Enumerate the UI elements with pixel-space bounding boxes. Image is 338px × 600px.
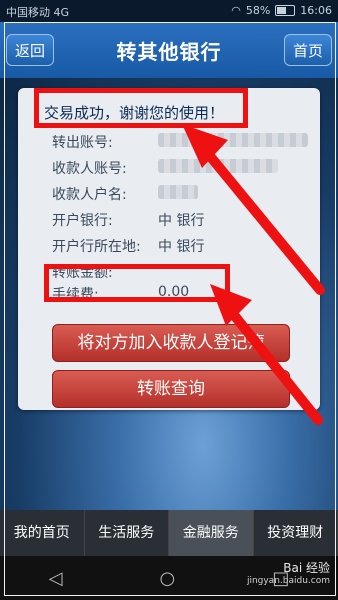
masked-value bbox=[158, 159, 278, 173]
status-right: ◠ 58% 16:06 bbox=[231, 4, 332, 17]
home-button[interactable]: 首页 bbox=[284, 34, 332, 66]
field-value: 中 银行 bbox=[158, 213, 205, 229]
bottom-tab-bar: 我的首页 生活服务 金融服务 投资理财 bbox=[0, 510, 338, 556]
field-label: 收款人账号: bbox=[52, 161, 127, 177]
field-value bbox=[158, 158, 278, 174]
watermark-url: jingyan.baidu.com bbox=[246, 576, 330, 586]
battery-percent: 58% bbox=[245, 4, 271, 17]
field-label: 开户行所在地: bbox=[52, 239, 141, 255]
masked-value bbox=[158, 185, 198, 199]
back-nav-icon[interactable]: ◁ bbox=[49, 568, 63, 589]
masked-value bbox=[158, 133, 308, 147]
watermark: Bai 经验 jingyan.baidu.com bbox=[247, 559, 330, 586]
annotation-box bbox=[44, 264, 230, 302]
annotation-box bbox=[34, 88, 248, 128]
tab-financial-services[interactable]: 金融服务 bbox=[169, 510, 254, 556]
battery-icon bbox=[275, 5, 296, 16]
wifi-icon: ◠ bbox=[231, 4, 241, 17]
field-value bbox=[158, 184, 198, 200]
app-header: 返回 转其他银行 首页 bbox=[0, 22, 338, 79]
watermark-brand: Bai 经验 bbox=[283, 561, 330, 575]
tab-investment[interactable]: 投资理财 bbox=[254, 510, 338, 556]
field-label: 转出账号: bbox=[52, 135, 113, 151]
add-payee-button[interactable]: 将对方加入收款人登记簿 bbox=[52, 324, 290, 362]
tab-home[interactable]: 我的首页 bbox=[0, 510, 85, 556]
carrier-label: 中国移动 4G bbox=[6, 6, 70, 19]
home-nav-icon[interactable]: ○ bbox=[160, 568, 176, 589]
field-value bbox=[158, 132, 308, 148]
status-bar: 中国移动 4G ◠ 58% 16:06 bbox=[0, 0, 338, 22]
clock: 16:06 bbox=[300, 4, 332, 17]
field-label: 开户银行: bbox=[52, 213, 113, 229]
result-card: 交易成功，谢谢您的使用！ 转出账号: 收款人账号: 收款人户名: 开户银行: 中… bbox=[18, 88, 320, 410]
tab-life-services[interactable]: 生活服务 bbox=[85, 510, 169, 556]
transfer-query-button[interactable]: 转账查询 bbox=[52, 370, 290, 408]
field-label: 收款人户名: bbox=[52, 187, 127, 203]
field-value: 中 银行 bbox=[158, 239, 205, 255]
